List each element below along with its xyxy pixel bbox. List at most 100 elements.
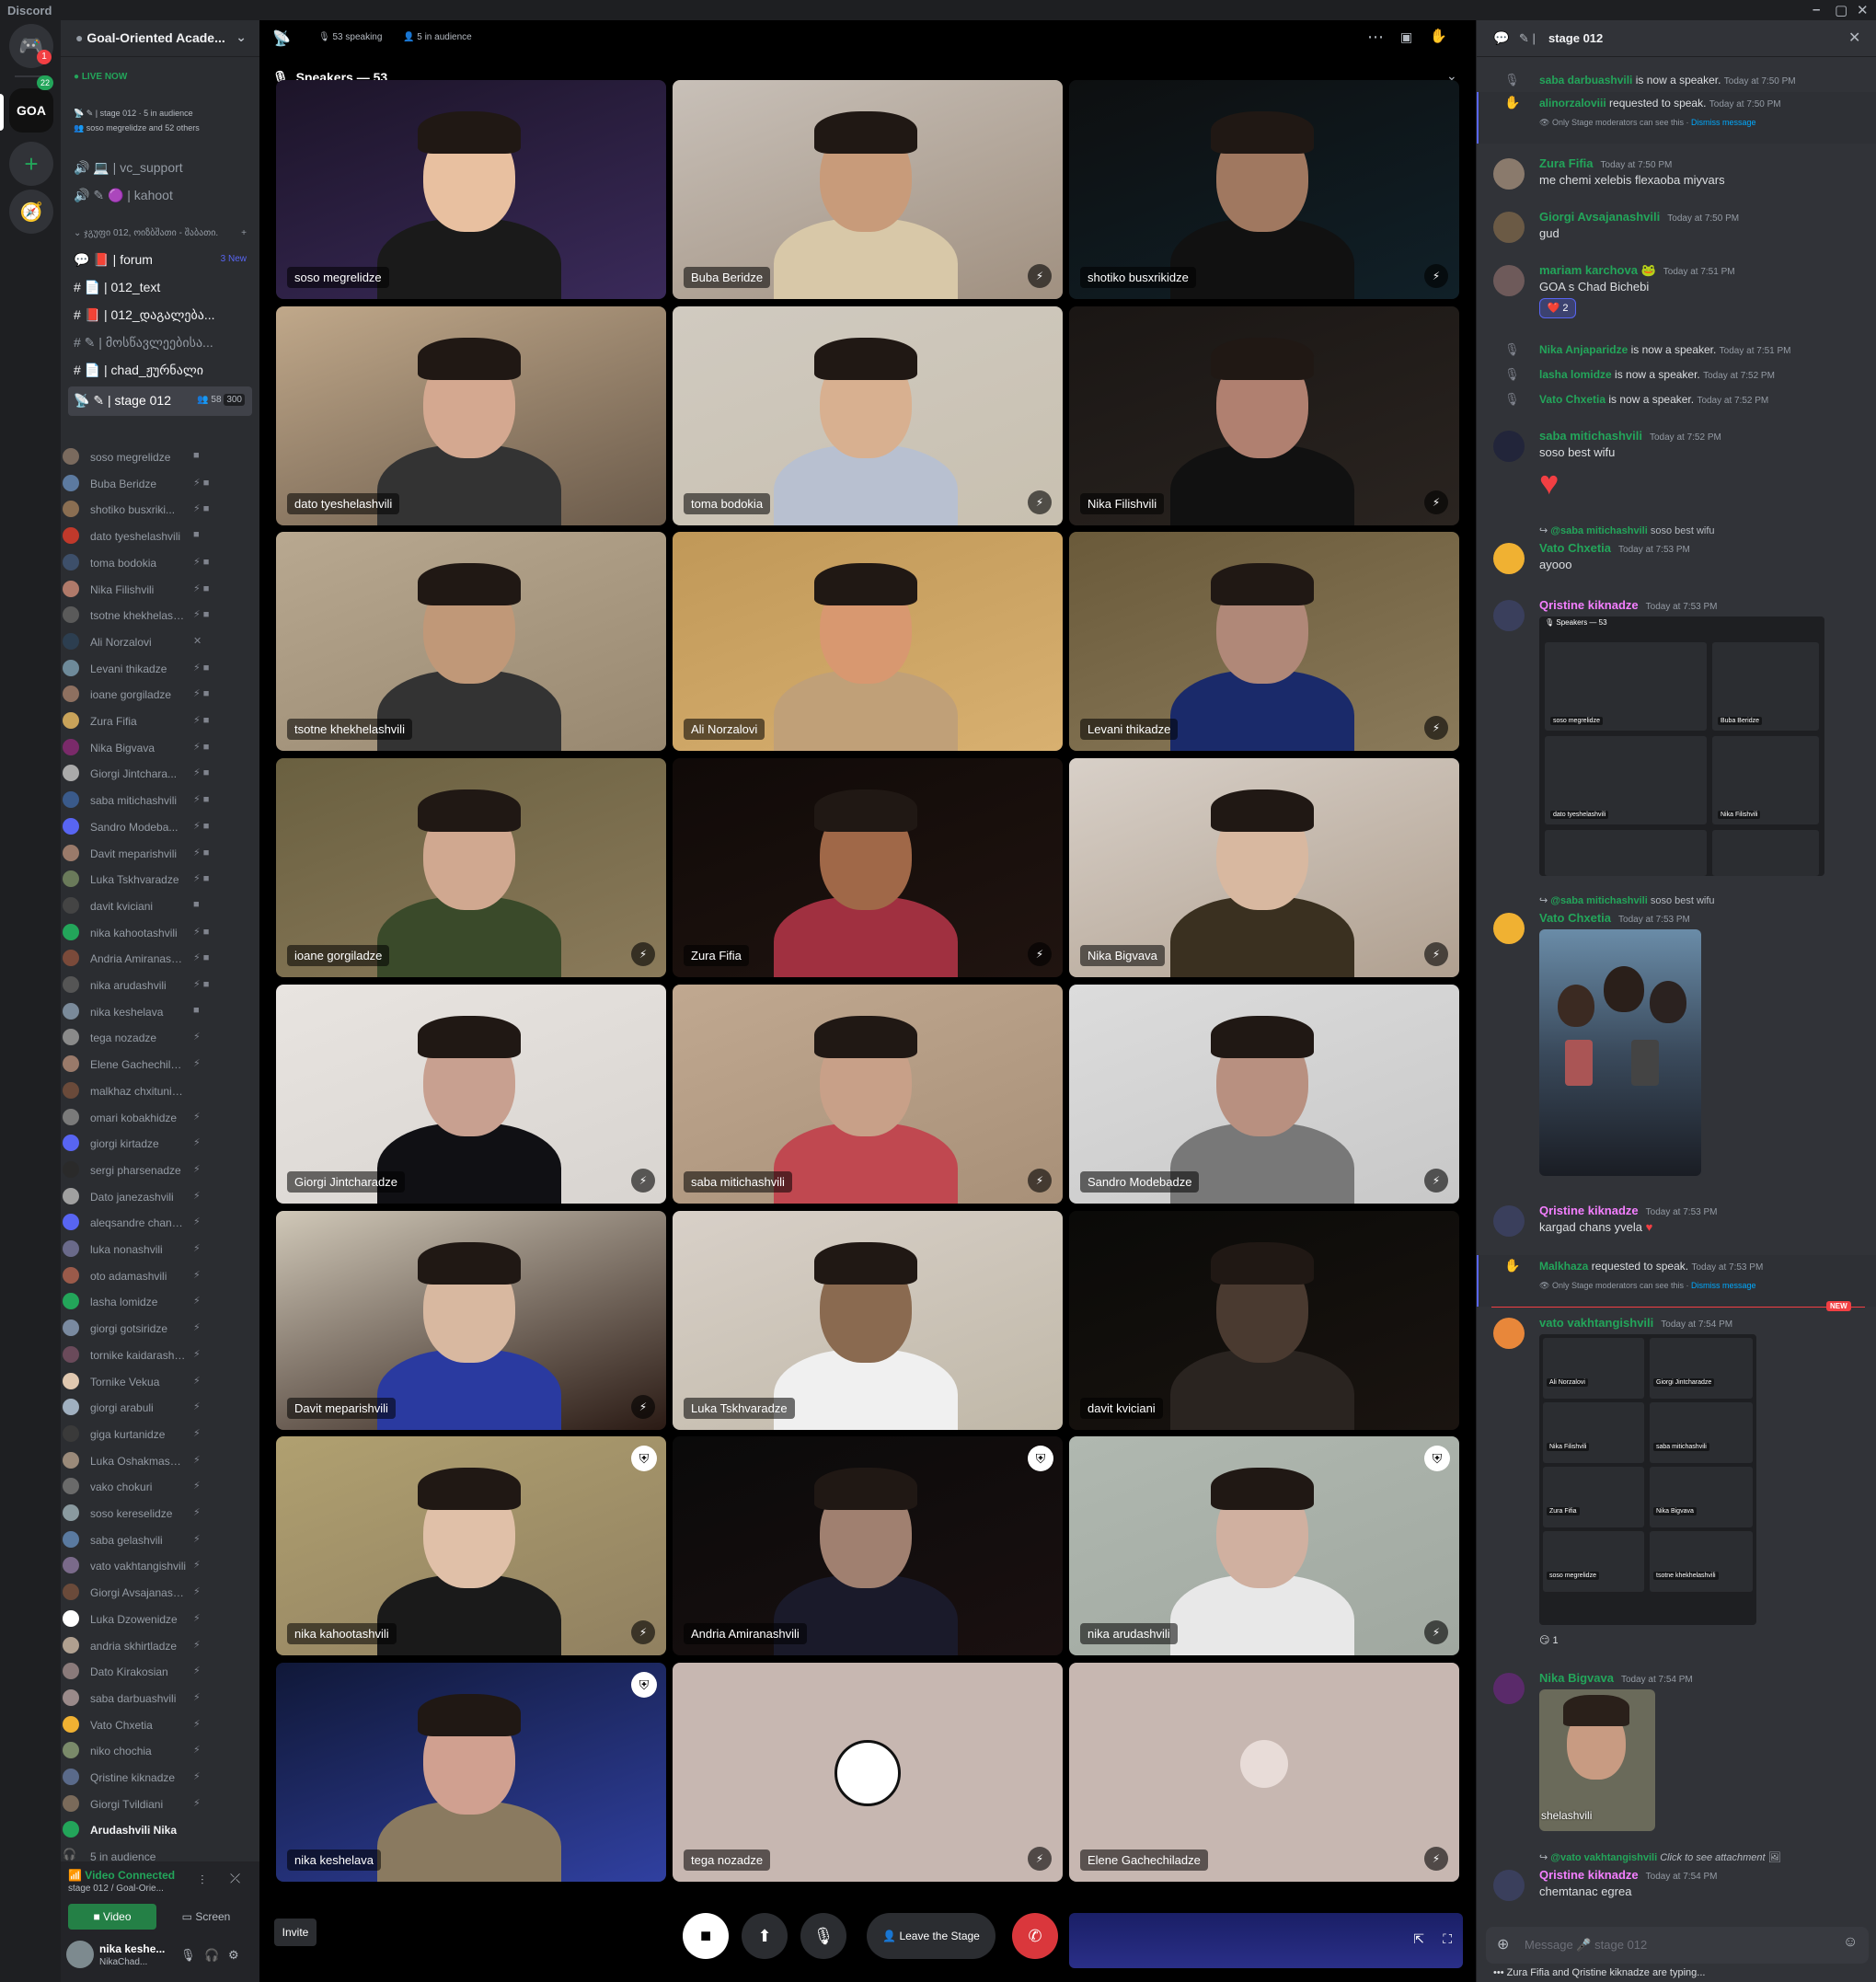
- speaker-tile[interactable]: soso megrelidze: [276, 80, 666, 299]
- channel-vc-support[interactable]: 🔊 💻 | vc_support: [68, 156, 252, 180]
- stage-member[interactable]: andria skhirtladze ⚡: [61, 1634, 226, 1658]
- stage-member[interactable]: aleqsandre chankv... ⚡: [61, 1211, 226, 1235]
- message-author[interactable]: Nika Bigvava Today at 7:54 PM: [1539, 1671, 1693, 1685]
- leave-stage-button[interactable]: 👤 Leave the Stage: [867, 1913, 996, 1959]
- stage-member[interactable]: Dato janezashvili ⚡: [61, 1185, 226, 1209]
- speaker-tile[interactable]: ioane gorgiladze ⚡: [276, 758, 666, 978]
- noise-suppression-icon[interactable]: ⫶: [201, 1873, 204, 1888]
- speaker-tile[interactable]: dato tyeshelashvili: [276, 305, 666, 525]
- explore-compass-icon[interactable]: 🧭: [9, 190, 53, 234]
- message-author[interactable]: Qristine kiknadze Today at 7:53 PM: [1539, 1204, 1717, 1217]
- sys-user[interactable]: Vato Chxetia: [1539, 393, 1606, 406]
- stage-member[interactable]: dato tyeshelashvili ■: [61, 524, 226, 548]
- speaker-tile[interactable]: Ali Norzalovi: [673, 532, 1063, 752]
- avatar[interactable]: [1493, 1205, 1525, 1237]
- avatar[interactable]: [1493, 1318, 1525, 1349]
- add-server-icon[interactable]: +: [9, 142, 53, 186]
- stage-member[interactable]: niko chochia ⚡: [61, 1739, 226, 1763]
- dismiss-link[interactable]: Dismiss message: [1691, 118, 1756, 127]
- stage-member[interactable]: nika kahootashvili ⚡ ■: [61, 921, 226, 945]
- message-input-box[interactable]: ⊕ Message 🎤 stage 012 ☺: [1486, 1927, 1869, 1964]
- add-attachment-icon[interactable]: ⊕: [1497, 1935, 1509, 1953]
- speaker-tile[interactable]: tega nozadze ⚡: [673, 1662, 1063, 1882]
- req-user[interactable]: Malkhaza: [1539, 1260, 1588, 1273]
- stage-member[interactable]: Luka Dzowenidze ⚡: [61, 1607, 226, 1631]
- speaker-tile[interactable]: toma bodokia ⚡: [673, 305, 1063, 525]
- stage-member[interactable]: saba darbuashvili ⚡: [61, 1687, 226, 1711]
- message-author[interactable]: saba mitichashvili Today at 7:52 PM: [1539, 429, 1721, 443]
- minimize-icon[interactable]: –: [1813, 2, 1820, 17]
- speaker-tile[interactable]: tsotne khekhelashvili: [276, 532, 666, 752]
- avatar[interactable]: [1493, 265, 1525, 296]
- speaker-tile[interactable]: Luka Tskhvaradze: [673, 1210, 1063, 1430]
- microphone-icon[interactable]: 🎙: [180, 1948, 196, 1963]
- stage-member[interactable]: soso kereselidze ⚡: [61, 1502, 226, 1526]
- speaker-tile[interactable]: Elene Gachechiladze ⚡: [1069, 1662, 1459, 1882]
- stage-member[interactable]: tsotne khekhelashvili ⚡ ■: [61, 604, 226, 628]
- channel-kahoot[interactable]: 🔊 ✎ 🟣 | kahoot: [68, 184, 252, 208]
- microphone-button[interactable]: 🎙: [800, 1913, 846, 1959]
- server-header[interactable]: ● Goal-Oriented Acade... ⌄: [61, 20, 259, 57]
- stage-member[interactable]: Tornike Vekua ⚡: [61, 1370, 226, 1394]
- channel-012-task[interactable]: # 📕 | 012_დაგალება...: [68, 304, 252, 328]
- category-header[interactable]: ⌄ ჯგუფი 012, ოიზბშათი - შაბათი. +: [68, 225, 252, 243]
- share-screen-button[interactable]: ⬆: [742, 1913, 788, 1959]
- stage-member[interactable]: luka nonashvili ⚡: [61, 1238, 226, 1262]
- stage-member[interactable]: soso megrelidze ■: [61, 445, 226, 469]
- reaction-emoji[interactable]: 😏 1: [1539, 1634, 1559, 1646]
- avatar[interactable]: [66, 1941, 94, 1968]
- speaker-tile[interactable]: nika arudashvili ⚡ ⛨: [1069, 1436, 1459, 1656]
- popout-icon[interactable]: ⇱: [1413, 1931, 1424, 1947]
- maximize-icon[interactable]: ▢: [1835, 2, 1847, 18]
- screen-share-button[interactable]: ▭ Screen: [162, 1904, 250, 1930]
- reply-reference[interactable]: ↪ @vato vakhtangishvili Click to see att…: [1539, 1851, 1781, 1863]
- stage-member[interactable]: giorgi arabuli ⚡: [61, 1396, 226, 1420]
- disconnect-call-button[interactable]: ✆: [1012, 1913, 1058, 1959]
- more-options-icon[interactable]: ⋯: [1367, 28, 1384, 47]
- req-user[interactable]: alinorzaloviii: [1539, 97, 1606, 109]
- stage-member[interactable]: Qristine kiknadze ⚡: [61, 1766, 226, 1790]
- stage-member[interactable]: shotiko busxriki... ⚡ ■: [61, 498, 226, 522]
- speaker-tile[interactable]: Davit meparishvili ⚡: [276, 1210, 666, 1430]
- close-icon[interactable]: ✕: [1857, 2, 1869, 18]
- message-author[interactable]: mariam karchova 🐸 Today at 7:51 PM: [1539, 263, 1735, 278]
- channel-students[interactable]: # ✎ | მოსწავლეებისა...: [68, 331, 252, 355]
- close-chat-icon[interactable]: ✕: [1848, 29, 1860, 47]
- stage-member[interactable]: Buba Beridze ⚡ ■: [61, 472, 226, 496]
- camera-toggle-button[interactable]: ■: [683, 1913, 729, 1959]
- avatar[interactable]: [1493, 1870, 1525, 1901]
- stage-member[interactable]: Arudashvili Nika: [61, 1818, 226, 1842]
- stage-member[interactable]: Giorgi Avsajanashvili ⚡: [61, 1581, 226, 1605]
- stage-member[interactable]: saba gelashvili ⚡: [61, 1528, 226, 1552]
- stage-member[interactable]: Zura Fifia ⚡ ■: [61, 709, 226, 733]
- avatar[interactable]: [1493, 1673, 1525, 1704]
- message-author[interactable]: Zura Fifia Today at 7:50 PM: [1539, 156, 1672, 170]
- message-author[interactable]: vato vakhtangishvili Today at 7:54 PM: [1539, 1316, 1732, 1330]
- server-icon-goa[interactable]: GOA: [9, 88, 53, 133]
- screenshot-attachment[interactable]: 🎙 Speakers — 53 soso megrelidze Buba Ber…: [1539, 616, 1824, 876]
- stage-member[interactable]: Nika Bigvava ⚡ ■: [61, 736, 226, 760]
- stage-member[interactable]: saba mitichashvili ⚡ ■: [61, 789, 226, 812]
- speaker-tile[interactable]: shotiko busxrikidze ⚡: [1069, 80, 1459, 299]
- avatar[interactable]: [1493, 212, 1525, 243]
- screenshot-attachment[interactable]: Ali Norzalovi Giorgi Jintcharadze Nika F…: [1539, 1334, 1756, 1625]
- message-author[interactable]: Qristine kiknadze Today at 7:53 PM: [1539, 598, 1717, 612]
- channel-stage-012[interactable]: 📡 ✎ | stage 012 👥 58 300: [68, 386, 252, 416]
- stage-member[interactable]: nika arudashvili ⚡ ■: [61, 974, 226, 997]
- speaker-tile[interactable]: Giorgi Jintcharadze ⚡: [276, 984, 666, 1204]
- stage-member[interactable]: Vato Chxetia ⚡: [61, 1713, 226, 1737]
- speaker-tile[interactable]: Buba Beridze ⚡: [673, 80, 1063, 299]
- sys-user[interactable]: lasha lomidze: [1539, 368, 1612, 381]
- stage-member[interactable]: tega nozadze ⚡: [61, 1026, 226, 1050]
- stage-member[interactable]: Luka Tskhvaradze ⚡ ■: [61, 868, 226, 892]
- stage-member[interactable]: giga kurtanidze ⚡: [61, 1423, 226, 1446]
- stage-member[interactable]: tornike kaidarashvili ⚡: [61, 1343, 226, 1367]
- live-stage-line[interactable]: 📡 ✎ | stage 012 · 5 in audience: [74, 109, 254, 119]
- reaction-heart[interactable]: ❤️ 2: [1539, 298, 1576, 318]
- speaker-tile[interactable]: Zura Fifia ⚡: [673, 758, 1063, 978]
- sys-user[interactable]: saba darbuashvili: [1539, 74, 1632, 86]
- message-author[interactable]: Qristine kiknadze Today at 7:54 PM: [1539, 1868, 1717, 1882]
- channel-forum[interactable]: 💬 📕 | forum 3 New: [68, 248, 252, 272]
- channel-012-text[interactable]: # 📄 | 012_text: [68, 276, 252, 300]
- emoji-picker-icon[interactable]: ☺: [1843, 1934, 1858, 1951]
